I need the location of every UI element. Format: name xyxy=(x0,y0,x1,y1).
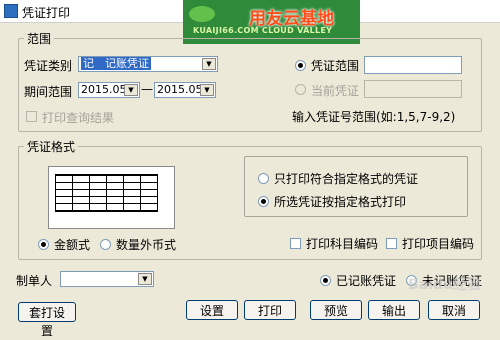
range-group-title: 范围 xyxy=(24,30,55,47)
app-icon xyxy=(4,4,18,18)
period-to-value: 2015.05 xyxy=(157,83,203,96)
voucher-range-input[interactable] xyxy=(364,56,462,74)
all-by-specified-format-radio[interactable] xyxy=(258,196,269,207)
dropdown-arrow-icon[interactable]: ▼ xyxy=(138,273,152,285)
window-title: 凭证打印 xyxy=(22,6,71,20)
posted-radio[interactable] xyxy=(320,275,331,286)
period-from-select[interactable]: 2015.05 ▼ xyxy=(78,82,140,98)
cancel-button[interactable]: 取消 xyxy=(428,300,480,320)
leaf-icon xyxy=(189,6,215,22)
voucher-type-value: 记 记账凭证 xyxy=(81,57,151,70)
voucher-range-label: 凭证范围 xyxy=(311,59,360,73)
period-from-value: 2015.05 xyxy=(81,83,127,96)
voucher-range-radio[interactable] xyxy=(295,60,306,71)
quantity-foreign-style-radio[interactable] xyxy=(100,239,111,250)
package-setup-button[interactable]: 套打设置 xyxy=(18,302,76,338)
current-voucher-label: 当前凭证 xyxy=(311,84,360,98)
dropdown-arrow-icon[interactable]: ▼ xyxy=(202,58,216,70)
maker-label: 制单人 xyxy=(16,274,53,288)
only-specified-format-label: 只打印符合指定格式的凭证 xyxy=(274,172,419,186)
period-label: 期间范围 xyxy=(24,85,73,99)
voucher-grid-preview xyxy=(55,174,158,212)
print-item-code-checkbox[interactable] xyxy=(386,238,397,249)
format-group-title: 凭证格式 xyxy=(24,138,79,155)
current-voucher-input[interactable] xyxy=(364,80,462,98)
maker-select[interactable]: ▼ xyxy=(60,271,154,287)
posted-label: 已记账凭证 xyxy=(336,274,397,288)
baidu-watermark: Baidu经验 xyxy=(408,277,481,293)
print-account-code-checkbox[interactable] xyxy=(290,238,301,249)
dropdown-arrow-icon[interactable]: ▼ xyxy=(124,84,138,96)
only-specified-format-radio[interactable] xyxy=(258,173,269,184)
voucher-type-select[interactable]: 记 记账凭证 ▼ xyxy=(78,56,218,72)
print-button[interactable]: 打印 xyxy=(244,300,296,320)
output-button[interactable]: 输出 xyxy=(368,300,420,320)
settings-button[interactable]: 设置 xyxy=(186,300,238,320)
print-item-code-label: 打印项目编码 xyxy=(402,237,475,251)
amount-style-radio[interactable] xyxy=(38,239,49,250)
logo-subtext: KUAIJI66.COM CLOUD VALLEY xyxy=(193,26,333,35)
preview-button[interactable]: 预览 xyxy=(310,300,362,320)
print-query-results-label: 打印查询结果 xyxy=(42,111,115,125)
all-by-specified-format-label: 所选凭证按指定格式打印 xyxy=(274,195,407,209)
current-voucher-radio[interactable] xyxy=(295,84,306,95)
print-account-code-label: 打印科目编码 xyxy=(306,237,379,251)
quantity-foreign-style-label: 数量外币式 xyxy=(116,238,177,252)
period-to-select[interactable]: 2015.05 ▼ xyxy=(154,82,216,98)
period-dash: — xyxy=(141,82,153,96)
dropdown-arrow-icon[interactable]: ▼ xyxy=(200,84,214,96)
print-query-results-checkbox[interactable] xyxy=(26,111,37,122)
voucher-type-label: 凭证类别 xyxy=(24,59,73,73)
voucher-range-hint: 输入凭证号范围(如:1,5,7-9,2) xyxy=(292,110,456,124)
voucher-format-preview xyxy=(48,166,175,229)
amount-style-label: 金额式 xyxy=(54,238,91,252)
